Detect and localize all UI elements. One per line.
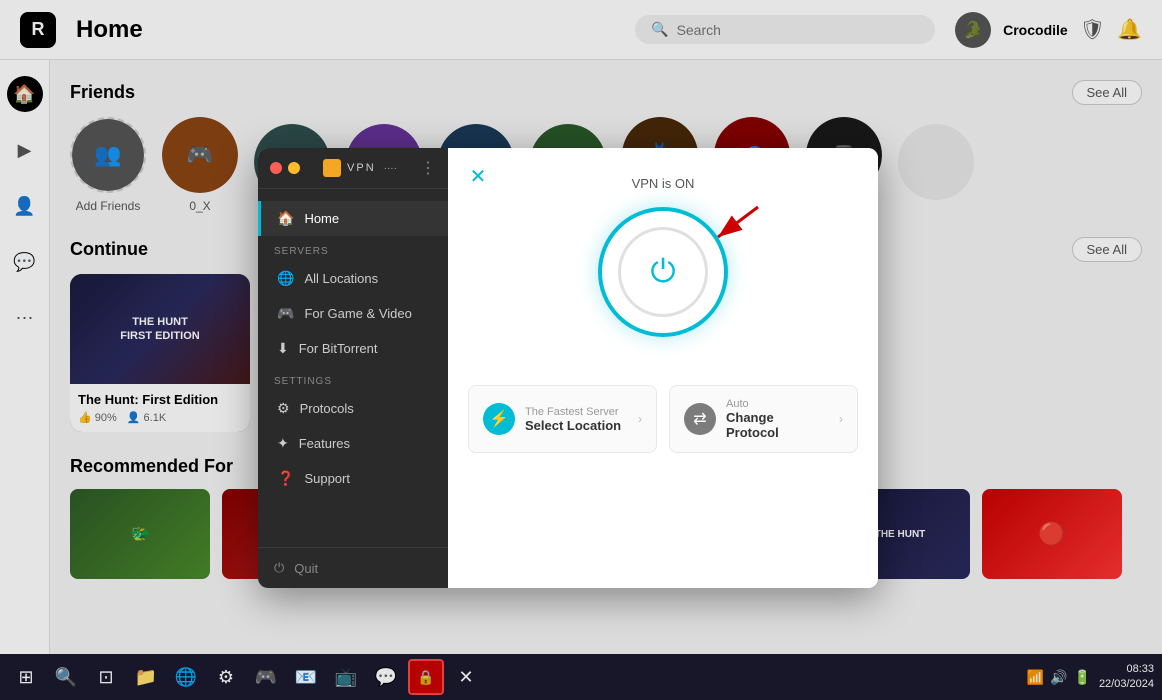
vpn-protocol-text: Auto Change Protocol: [726, 398, 829, 440]
vpn-location-value: Select Location: [525, 418, 628, 433]
vpn-titlebar: VPN ···· ⋮: [258, 148, 448, 189]
vpn-quit-label: Quit: [294, 561, 318, 576]
vpn-nav-game-video[interactable]: 🎮 For Game & Video: [258, 296, 448, 331]
vpn-nav: 🏠 Home Servers 🌐 All Locations 🎮 For Gam…: [258, 189, 448, 508]
game-icon: 🎮: [277, 305, 294, 322]
vpn-cards: ⚡ The Fastest Server Select Location › ⇄…: [468, 385, 858, 453]
vpn-logo-icon: [323, 159, 341, 177]
power-ring-container: ⏻: [598, 207, 728, 361]
vpn-nav-support-label: Support: [304, 471, 350, 486]
vpn-quit-button[interactable]: ⏻ Quit: [258, 547, 448, 588]
protocols-icon: ⚙: [277, 400, 290, 417]
vpn-status-label: VPN is ON: [632, 176, 695, 191]
traffic-light-close[interactable]: [270, 162, 282, 174]
vpn-nav-features[interactable]: ✦ Features: [258, 426, 448, 461]
features-icon: ✦: [277, 435, 289, 452]
vpn-subtitle: ····: [384, 163, 397, 174]
vpn-location-card[interactable]: ⚡ The Fastest Server Select Location ›: [468, 385, 657, 453]
home-nav-icon: 🏠: [277, 210, 294, 227]
globe-icon: 🌐: [277, 270, 294, 287]
traffic-light-minimize[interactable]: [288, 162, 300, 174]
vpn-nav-home-label: Home: [304, 211, 339, 226]
power-icon: ⏻: [650, 253, 675, 291]
vpn-nav-bittorrent-label: For BitTorrent: [299, 341, 378, 356]
vpn-sidebar: VPN ···· ⋮ 🏠 Home Servers 🌐 All Location…: [258, 148, 448, 588]
vpn-main-panel: ✕ VPN is ON ⏻ ⚡: [448, 148, 878, 588]
vpn-nav-protocols[interactable]: ⚙ Protocols: [258, 391, 448, 426]
vpn-logo-area: VPN ····: [306, 159, 414, 177]
vpn-protocol-title: Auto: [726, 398, 829, 410]
vpn-close-button[interactable]: ✕: [464, 162, 492, 190]
chevron-right-icon: ›: [638, 412, 642, 426]
vpn-settings-label: Settings: [258, 366, 448, 391]
vpn-nav-protocols-label: Protocols: [300, 401, 354, 416]
chevron-right-icon-2: ›: [839, 412, 843, 426]
vpn-location-title: The Fastest Server: [525, 406, 628, 418]
power-off-icon: ⏻: [274, 560, 284, 576]
protocol-icon: ⇄: [684, 403, 716, 435]
red-arrow-indicator: [688, 197, 768, 257]
vpn-menu-dots-icon[interactable]: ⋮: [420, 158, 436, 178]
bittorrent-icon: ⬇: [277, 340, 289, 357]
vpn-title: VPN: [347, 162, 376, 174]
vpn-nav-all-locations[interactable]: 🌐 All Locations: [258, 261, 448, 296]
vpn-protocol-value: Change Protocol: [726, 410, 829, 440]
vpn-card-text: The Fastest Server Select Location: [525, 406, 628, 433]
vpn-servers-label: Servers: [258, 236, 448, 261]
vpn-nav-home[interactable]: 🏠 Home: [258, 201, 448, 236]
support-icon: ❓: [277, 470, 294, 487]
vpn-protocol-card[interactable]: ⇄ Auto Change Protocol ›: [669, 385, 858, 453]
vpn-nav-game-video-label: For Game & Video: [304, 306, 411, 321]
vpn-window: VPN ···· ⋮ 🏠 Home Servers 🌐 All Location…: [258, 148, 878, 588]
vpn-nav-support[interactable]: ❓ Support: [258, 461, 448, 496]
vpn-nav-features-label: Features: [299, 436, 350, 451]
vpn-nav-all-locations-label: All Locations: [304, 271, 378, 286]
vpn-nav-bittorrent[interactable]: ⬇ For BitTorrent: [258, 331, 448, 366]
location-icon: ⚡: [483, 403, 515, 435]
